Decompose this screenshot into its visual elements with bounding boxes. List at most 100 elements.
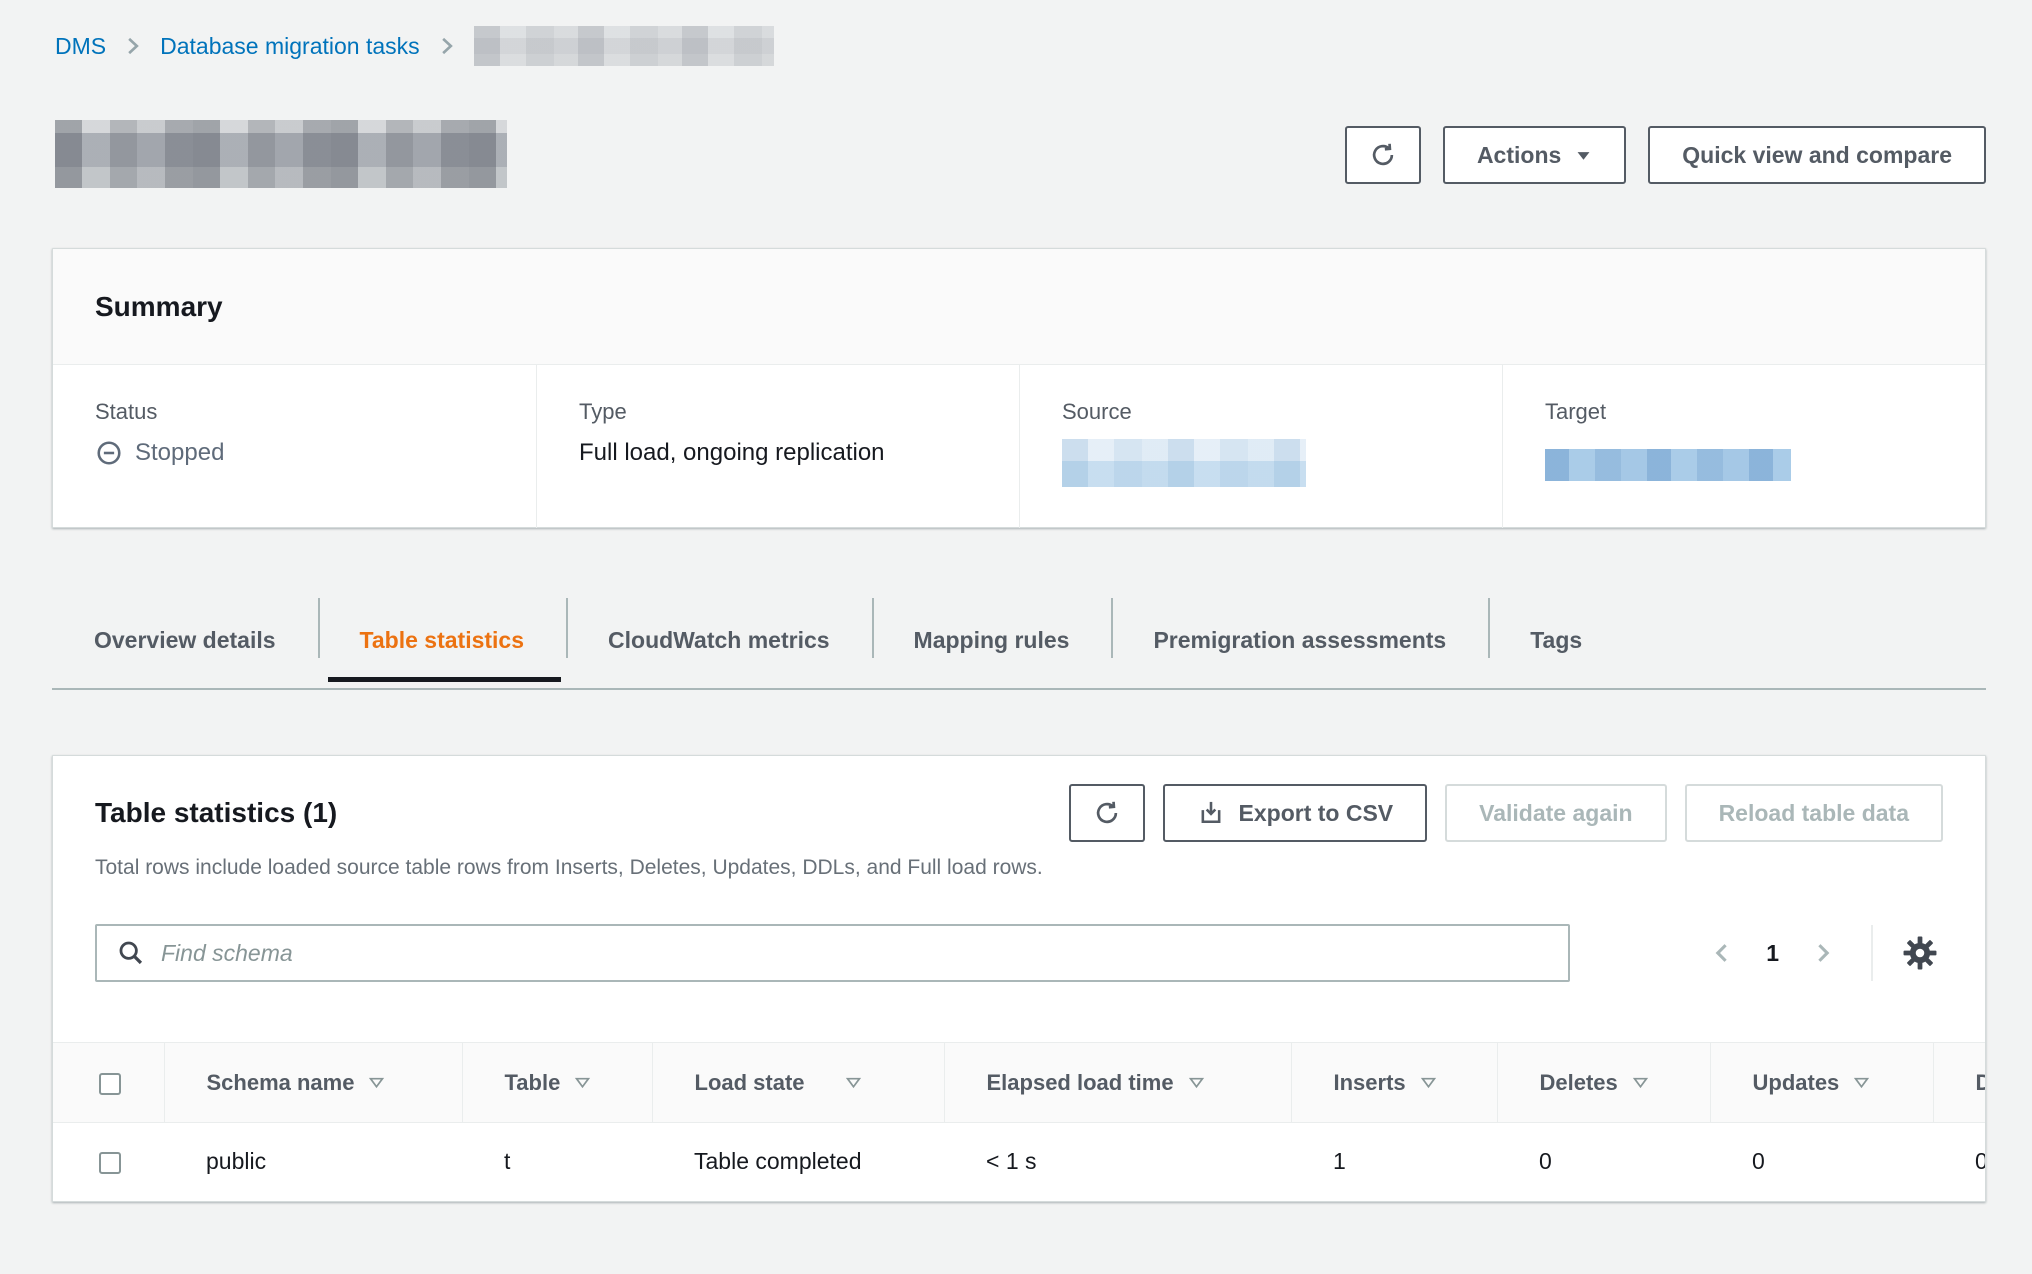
summary-body: Status Stopped Type Full load, ongoing r… bbox=[53, 365, 1985, 528]
refresh-icon bbox=[1093, 799, 1121, 827]
cell-schema-name: public bbox=[164, 1123, 462, 1201]
column-header-elapsed-load-time[interactable]: Elapsed load time bbox=[944, 1043, 1291, 1123]
column-header-ddls-label: D bbox=[1976, 1070, 1987, 1096]
download-icon bbox=[1197, 799, 1225, 827]
pagination-next-button[interactable] bbox=[1805, 935, 1841, 971]
select-all-checkbox[interactable] bbox=[99, 1073, 121, 1095]
column-header-updates[interactable]: Updates bbox=[1710, 1043, 1933, 1123]
refresh-task-button[interactable] bbox=[1345, 126, 1421, 184]
chevron-right-icon bbox=[1811, 941, 1835, 965]
column-header-elapsed-load-time-label: Elapsed load time bbox=[987, 1070, 1174, 1096]
find-schema-input[interactable] bbox=[161, 929, 1548, 977]
tab-mapping-rules[interactable]: Mapping rules bbox=[872, 598, 1112, 682]
column-header-deletes[interactable]: Deletes bbox=[1497, 1043, 1710, 1123]
refresh-icon bbox=[1369, 141, 1397, 169]
tab-mapping-rules-label: Mapping rules bbox=[914, 627, 1070, 654]
select-all-cell bbox=[53, 1043, 164, 1123]
table-statistics-description: Total rows include loaded source table r… bbox=[95, 856, 1943, 880]
preferences-gear-button[interactable] bbox=[1897, 930, 1943, 976]
column-header-inserts-label: Inserts bbox=[1334, 1070, 1406, 1096]
column-header-load-state-label: Load state bbox=[695, 1070, 805, 1096]
table-row: public t Table completed < 1 s 1 0 0 0 bbox=[53, 1123, 1986, 1201]
source-endpoint-link-redacted[interactable] bbox=[1062, 439, 1306, 487]
column-header-inserts[interactable]: Inserts bbox=[1291, 1043, 1497, 1123]
chevron-left-icon bbox=[1710, 941, 1734, 965]
row-select-cell bbox=[53, 1123, 164, 1201]
column-header-table-label: Table bbox=[505, 1070, 561, 1096]
actions-dropdown-label: Actions bbox=[1477, 142, 1561, 169]
breadcrumb-current-redacted bbox=[474, 26, 774, 66]
export-to-csv-label: Export to CSV bbox=[1239, 800, 1394, 827]
sort-icon bbox=[368, 1074, 385, 1091]
summary-field-source: Source bbox=[1019, 365, 1502, 528]
table-statistics-table: Schema name Table Load state Elapsed loa… bbox=[53, 1042, 1986, 1201]
refresh-table-statistics-button[interactable] bbox=[1069, 784, 1145, 842]
cell-inserts: 1 bbox=[1291, 1123, 1497, 1201]
validate-again-button[interactable]: Validate again bbox=[1445, 784, 1666, 842]
summary-field-status: Status Stopped bbox=[53, 365, 536, 528]
tab-cloudwatch-metrics[interactable]: CloudWatch metrics bbox=[566, 598, 872, 682]
table-statistics-panel: Table statistics (1) Export to CSV Valid… bbox=[52, 755, 1986, 1202]
summary-title: Summary bbox=[95, 291, 223, 323]
summary-field-target: Target bbox=[1502, 365, 1985, 528]
chevron-right-icon bbox=[436, 35, 458, 57]
pagination-previous-button[interactable] bbox=[1704, 935, 1740, 971]
cell-load-state: Table completed bbox=[652, 1123, 944, 1201]
column-header-table[interactable]: Table bbox=[462, 1043, 652, 1123]
breadcrumb: DMS Database migration tasks bbox=[55, 26, 774, 66]
summary-panel-header: Summary bbox=[53, 249, 1985, 365]
chevron-right-icon bbox=[122, 35, 144, 57]
target-label: Target bbox=[1545, 399, 1943, 425]
type-label: Type bbox=[579, 399, 977, 425]
target-endpoint-link-redacted[interactable] bbox=[1545, 449, 1791, 481]
summary-panel: Summary Status Stopped Type Full load, o… bbox=[52, 248, 1986, 528]
page-title-redacted bbox=[55, 120, 507, 188]
cell-table: t bbox=[462, 1123, 652, 1201]
type-value: Full load, ongoing replication bbox=[579, 439, 885, 467]
tab-tags-label: Tags bbox=[1530, 627, 1582, 654]
source-label: Source bbox=[1062, 399, 1460, 425]
tab-premigration-assessments[interactable]: Premigration assessments bbox=[1111, 598, 1488, 682]
pagination: 1 bbox=[1704, 925, 1943, 981]
status-label: Status bbox=[95, 399, 494, 425]
tab-bar: Overview details Table statistics CloudW… bbox=[52, 598, 1986, 690]
quick-view-compare-button[interactable]: Quick view and compare bbox=[1648, 126, 1986, 184]
sort-icon bbox=[574, 1074, 591, 1091]
tab-overview-details[interactable]: Overview details bbox=[52, 598, 318, 682]
find-schema-search-box bbox=[95, 924, 1570, 982]
dms-task-detail-page: DMS Database migration tasks Actions Qui… bbox=[0, 0, 2032, 1274]
tab-tags[interactable]: Tags bbox=[1488, 598, 1624, 682]
tab-cloudwatch-metrics-label: CloudWatch metrics bbox=[608, 627, 830, 654]
cell-elapsed-load-time: < 1 s bbox=[944, 1123, 1291, 1201]
column-header-updates-label: Updates bbox=[1753, 1070, 1840, 1096]
tab-table-statistics[interactable]: Table statistics bbox=[318, 598, 566, 682]
breadcrumb-link-database-migration-tasks[interactable]: Database migration tasks bbox=[160, 33, 420, 60]
row-checkbox[interactable] bbox=[99, 1152, 121, 1174]
table-statistics-title: Table statistics (1) bbox=[95, 797, 337, 829]
table-statistics-table-wrap: Schema name Table Load state Elapsed loa… bbox=[53, 1042, 1986, 1201]
export-to-csv-button[interactable]: Export to CSV bbox=[1163, 784, 1428, 842]
column-header-schema-name-label: Schema name bbox=[207, 1070, 355, 1096]
column-header-ddls-clipped[interactable]: D bbox=[1933, 1043, 1986, 1123]
table-header-row: Schema name Table Load state Elapsed loa… bbox=[53, 1043, 1986, 1123]
column-header-load-state[interactable]: Load state bbox=[652, 1043, 944, 1123]
page-header-actions: Actions Quick view and compare bbox=[1345, 126, 1986, 184]
breadcrumb-link-dms[interactable]: DMS bbox=[55, 33, 106, 60]
sort-icon bbox=[1188, 1074, 1205, 1091]
cell-updates: 0 bbox=[1710, 1123, 1933, 1201]
cell-deletes: 0 bbox=[1497, 1123, 1710, 1201]
actions-dropdown-button[interactable]: Actions bbox=[1443, 126, 1626, 184]
sort-icon bbox=[1853, 1074, 1870, 1091]
tab-table-statistics-label: Table statistics bbox=[360, 627, 524, 654]
caret-down-icon bbox=[1575, 147, 1592, 164]
stopped-circle-minus-icon bbox=[95, 439, 123, 467]
summary-field-type: Type Full load, ongoing replication bbox=[536, 365, 1019, 528]
sort-icon bbox=[1420, 1074, 1437, 1091]
tab-overview-details-label: Overview details bbox=[94, 627, 276, 654]
reload-table-data-button[interactable]: Reload table data bbox=[1685, 784, 1943, 842]
tab-premigration-assessments-label: Premigration assessments bbox=[1153, 627, 1446, 654]
gear-icon bbox=[1901, 934, 1939, 972]
pagination-current-page: 1 bbox=[1766, 940, 1779, 967]
column-header-schema-name[interactable]: Schema name bbox=[164, 1043, 462, 1123]
pagination-divider bbox=[1871, 925, 1873, 981]
